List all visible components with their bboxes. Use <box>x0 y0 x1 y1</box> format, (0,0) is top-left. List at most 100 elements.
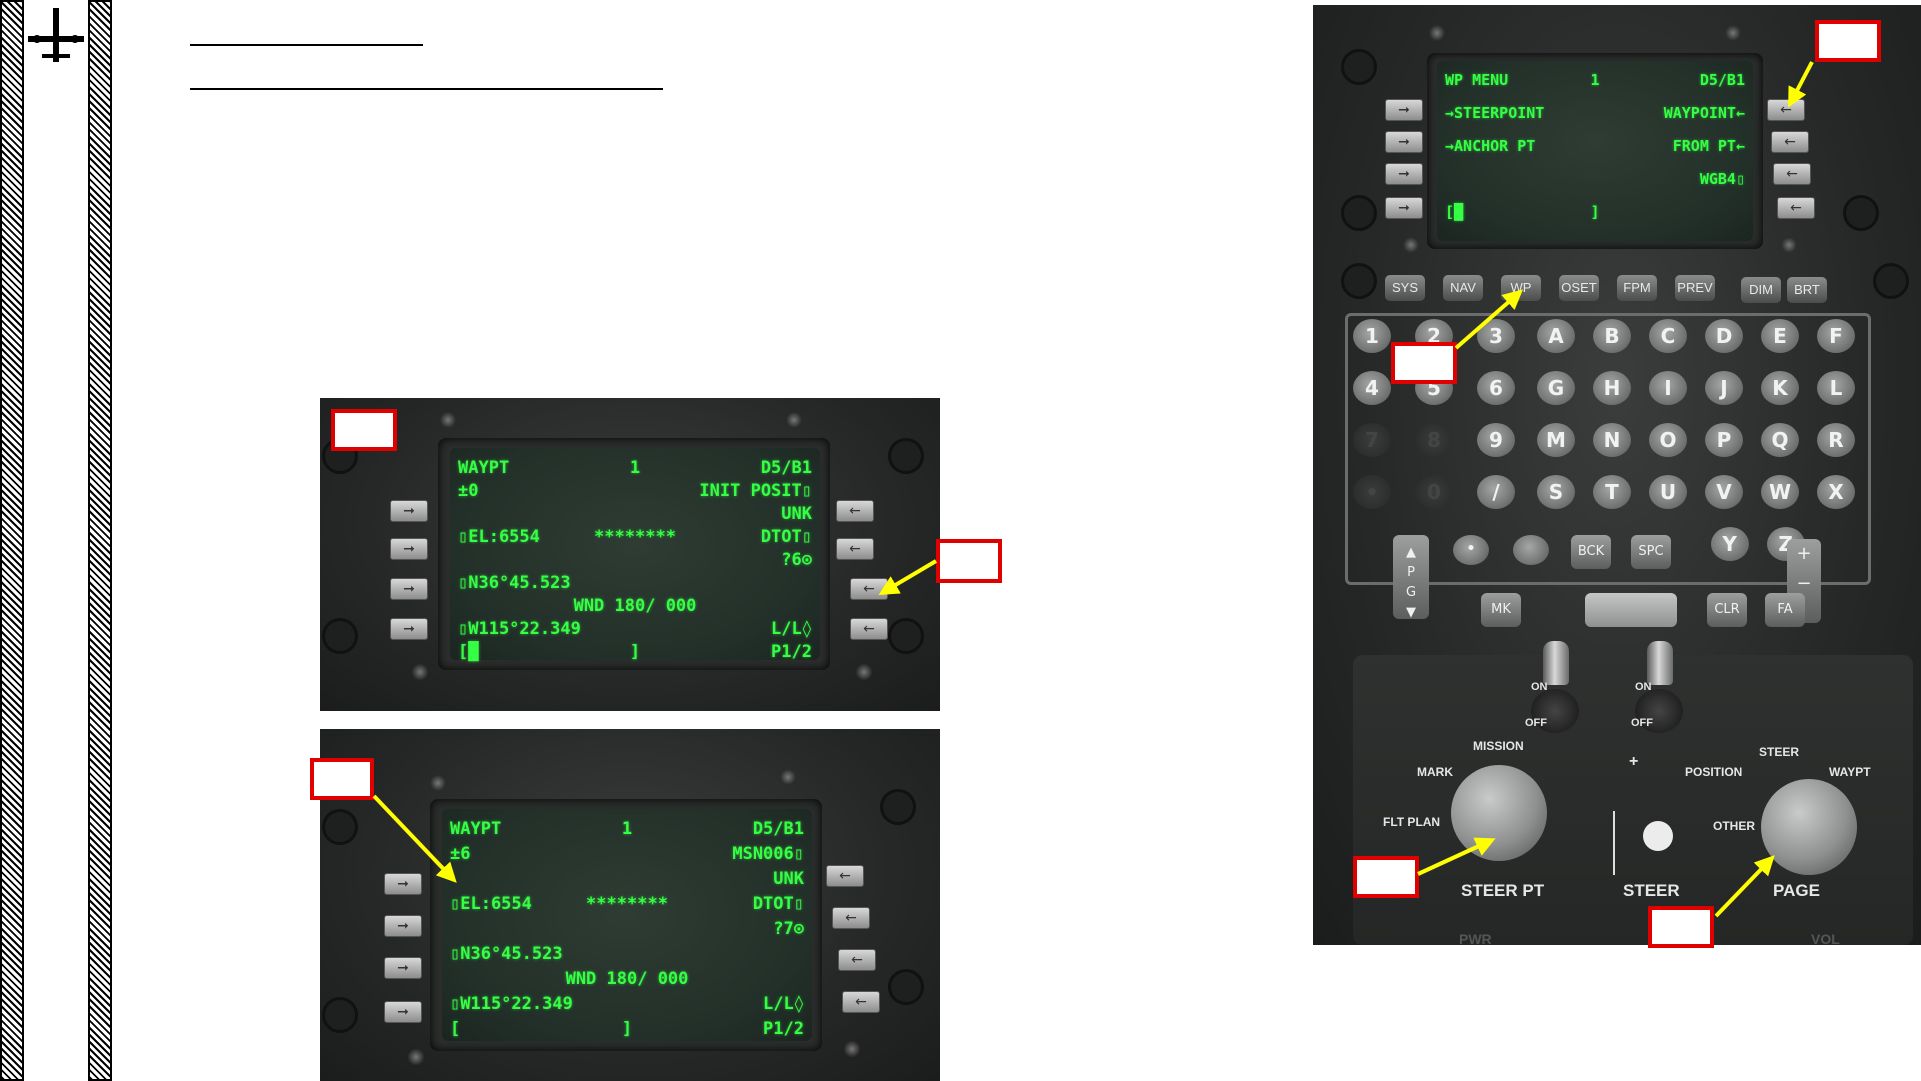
mark-label: MARK <box>1417 765 1453 779</box>
key-d[interactable]: D <box>1705 319 1743 353</box>
lsk-left-2[interactable]: ➞ <box>390 538 428 560</box>
key-c[interactable]: C <box>1649 319 1687 353</box>
blank-bar-key[interactable] <box>1585 593 1677 627</box>
bezel-knob <box>880 789 916 825</box>
steer-toggle[interactable] <box>1643 821 1673 851</box>
sys-key[interactable]: SYS <box>1385 275 1425 301</box>
cdu-line-3-right: UNK <box>773 869 804 889</box>
key-4[interactable]: 4 <box>1353 371 1391 405</box>
key-y[interactable]: Y <box>1710 527 1749 561</box>
key-b[interactable]: B <box>1593 319 1631 353</box>
cdu-line-2-right: INIT POSIT▯ <box>699 481 812 501</box>
key-slash[interactable]: / <box>1477 475 1515 509</box>
key-h[interactable]: H <box>1593 371 1631 405</box>
lsk-right-4[interactable]: ← <box>1777 197 1815 219</box>
key-w[interactable]: W <box>1761 475 1799 509</box>
key-v[interactable]: V <box>1705 475 1743 509</box>
inner-hatched-border <box>88 0 112 1081</box>
dim-key[interactable]: DIM <box>1741 277 1781 303</box>
bck-key[interactable]: BCK <box>1571 535 1611 569</box>
lsk-left-2[interactable]: ➞ <box>1385 131 1423 153</box>
key-k[interactable]: K <box>1761 371 1799 405</box>
mk-key[interactable]: MK <box>1481 593 1521 627</box>
screw <box>786 412 802 428</box>
cdu-line-8-right: L/L◊ <box>771 619 812 639</box>
lsk-right-2[interactable]: ← <box>832 907 870 929</box>
key-t[interactable]: T <box>1593 475 1631 509</box>
key-3[interactable]: 3 <box>1477 319 1515 353</box>
key-9[interactable]: 9 <box>1477 423 1515 457</box>
key-0[interactable]: 0 <box>1415 475 1453 509</box>
key-o[interactable]: O <box>1649 423 1687 457</box>
spc-key[interactable]: SPC <box>1631 535 1671 569</box>
cdu-line-1-right: D5/B1 <box>1699 71 1745 89</box>
cdu-photo-top: ➞ ➞ ➞ ➞ ← ← ← ← WAYPT 1 D5/B1 ±0 INIT POSIT▯… <box>320 398 940 711</box>
toggle-switch-1[interactable] <box>1543 641 1569 685</box>
lsk-left-2[interactable]: ➞ <box>384 915 422 937</box>
key-l[interactable]: L <box>1817 371 1855 405</box>
key-blank[interactable] <box>1513 535 1549 565</box>
lsk-left-3[interactable]: ➞ <box>1385 163 1423 185</box>
key-1[interactable]: 1 <box>1353 319 1391 353</box>
toggle-switch-2[interactable] <box>1647 641 1673 685</box>
nav-key[interactable]: NAV <box>1443 275 1483 301</box>
position-label: POSITION <box>1685 765 1743 779</box>
key-dot[interactable]: • <box>1353 475 1391 509</box>
lsk-right-3[interactable]: ← <box>850 578 888 600</box>
off-label-2: OFF <box>1631 717 1653 729</box>
key-n[interactable]: N <box>1593 423 1631 457</box>
lsk-right-1[interactable]: ← <box>836 500 874 522</box>
lsk-right-1[interactable]: ← <box>1767 99 1805 121</box>
lsk-left-1[interactable]: ➞ <box>390 500 428 522</box>
oset-key[interactable]: OSET <box>1559 275 1599 301</box>
page-rotary-knob[interactable] <box>1761 779 1857 875</box>
lsk-left-4[interactable]: ➞ <box>1385 197 1423 219</box>
lsk-right-2[interactable]: ← <box>1771 131 1809 153</box>
key-q[interactable]: Q <box>1761 423 1799 457</box>
key-r[interactable]: R <box>1817 423 1855 457</box>
key-x[interactable]: X <box>1817 475 1855 509</box>
key-e[interactable]: E <box>1761 319 1799 353</box>
bezel-knob <box>888 969 924 1005</box>
fpm-key[interactable]: FPM <box>1617 275 1657 301</box>
key-i[interactable]: I <box>1649 371 1687 405</box>
key-6[interactable]: 6 <box>1477 371 1515 405</box>
key-m[interactable]: M <box>1537 423 1575 457</box>
lsk-right-4[interactable]: ← <box>842 991 880 1013</box>
page-rocker[interactable]: ▲ P G ▼ <box>1393 535 1429 620</box>
lsk-left-1[interactable]: ➞ <box>1385 99 1423 121</box>
lsk-right-4[interactable]: ← <box>850 618 888 640</box>
lsk-right-3[interactable]: ← <box>838 949 876 971</box>
key-u[interactable]: U <box>1649 475 1687 509</box>
key-a[interactable]: A <box>1537 319 1575 353</box>
key-p[interactable]: P <box>1705 423 1743 457</box>
lsk-left-1[interactable]: ➞ <box>384 873 422 895</box>
screw <box>408 1049 424 1065</box>
brt-key[interactable]: BRT <box>1787 277 1827 303</box>
prev-key[interactable]: PREV <box>1675 275 1715 301</box>
key-7[interactable]: 7 <box>1353 423 1391 457</box>
key-g[interactable]: G <box>1537 371 1575 405</box>
cdu-line-2-left: ±6 <box>450 844 471 864</box>
lsk-left-3[interactable]: ➞ <box>384 957 422 979</box>
lsk-right-1[interactable]: ← <box>826 865 864 887</box>
lsk-left-3[interactable]: ➞ <box>390 578 428 600</box>
key-8[interactable]: 8 <box>1415 423 1453 457</box>
key-s[interactable]: S <box>1537 475 1575 509</box>
fa-key[interactable]: FA <box>1765 593 1805 627</box>
off-label-1: OFF <box>1525 717 1547 729</box>
wp-key[interactable]: WP <box>1501 275 1541 301</box>
key-j[interactable]: J <box>1705 371 1743 405</box>
lsk-left-4[interactable]: ➞ <box>384 1001 422 1023</box>
lsk-left-4[interactable]: ➞ <box>390 618 428 640</box>
lsk-right-2[interactable]: ← <box>836 538 874 560</box>
screw <box>780 769 796 785</box>
steer-pt-rotary-knob[interactable] <box>1451 765 1547 861</box>
clr-key[interactable]: CLR <box>1707 593 1747 627</box>
cdu-line-6-left: ▯N36°45.523 <box>450 944 563 964</box>
key-dot-small[interactable]: • <box>1453 535 1489 565</box>
lsk-right-3[interactable]: ← <box>1773 163 1811 185</box>
cdu-line-4-right: DTOT▯ <box>760 527 812 547</box>
key-f[interactable]: F <box>1817 319 1855 353</box>
callout-box <box>331 409 397 451</box>
